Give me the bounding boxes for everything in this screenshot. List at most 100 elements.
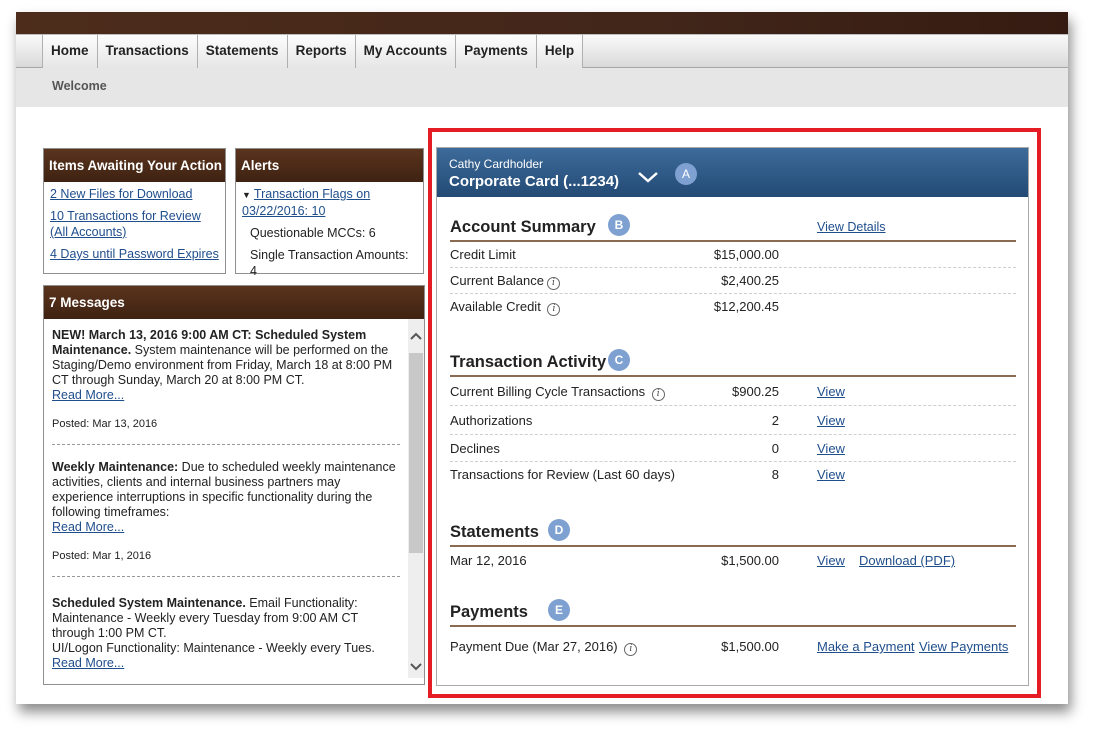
tab-help[interactable]: Help xyxy=(536,35,584,68)
transaction-flags-link[interactable]: Transaction Flags on 03/22/2016: 10 xyxy=(242,187,370,218)
message-item: Scheduled System Maintenance. Email Func… xyxy=(52,592,400,683)
panel-title: Alerts xyxy=(236,149,423,182)
payment-due-label: Payment Due (Mar 27, 2016) xyxy=(450,639,618,654)
callout-badge-e: E xyxy=(548,599,570,621)
row-label: Available Credit xyxy=(450,299,541,314)
alert-row: Questionable MCCs: 6 xyxy=(250,226,376,240)
panel-title: 7 Messages xyxy=(44,286,424,319)
download-pdf-link[interactable]: Download (PDF) xyxy=(859,547,955,575)
posted-date: Posted: Mar 1, 2016 xyxy=(52,550,152,562)
info-icon[interactable]: i xyxy=(547,303,561,316)
scroll-down-icon[interactable] xyxy=(408,660,424,676)
row-value: 0 xyxy=(771,441,779,456)
row-value: $12,200.45 xyxy=(713,299,779,314)
account-summary-section: Account Summary B View Details Credit Li… xyxy=(450,212,1016,320)
payment-row: Payment Due (Mar 27, 2016) i $1,500.00 M… xyxy=(450,627,1016,667)
alert-row: Single Transaction Amounts: 4 xyxy=(250,248,409,278)
view-link[interactable]: View xyxy=(817,406,845,435)
panel-title: Items Awaiting Your Action xyxy=(44,149,225,182)
callout-badge-c: C xyxy=(608,349,630,371)
posted-date: Posted: Mar 13, 2016 xyxy=(52,418,158,430)
section-title: Transaction Activity C xyxy=(450,347,1016,377)
message-title: Weekly Maintenance: xyxy=(52,460,179,474)
transactions-review-link[interactable]: 10 Transactions for Review (All Accounts… xyxy=(50,208,219,240)
view-details-link[interactable]: View Details xyxy=(817,212,886,242)
page: Home Transactions Statements Reports My … xyxy=(16,12,1068,704)
section-title-text: Statements xyxy=(450,523,539,541)
view-payments-link[interactable]: View Payments xyxy=(919,627,1008,667)
activity-row: Declines 0 View xyxy=(450,435,1016,462)
messages-scrollbar[interactable] xyxy=(408,319,424,678)
statement-date: Mar 12, 2016 xyxy=(450,553,527,568)
activity-row: Authorizations 2 View xyxy=(450,406,1016,435)
transaction-activity-section: Transaction Activity C Current Billing C… xyxy=(450,347,1016,488)
tab-reports[interactable]: Reports xyxy=(287,35,356,68)
row-label: Current Billing Cycle Transactions xyxy=(450,384,646,399)
summary-row: Available Credit i $12,200.45 xyxy=(450,294,1016,320)
tab-home[interactable]: Home xyxy=(43,35,98,68)
view-link[interactable]: View xyxy=(817,377,845,406)
activity-row: Transactions for Review (Last 60 days) 8… xyxy=(450,462,1016,488)
section-title-text: Payments xyxy=(450,603,528,621)
section-title: Account Summary B View Details xyxy=(450,212,1016,242)
view-link[interactable]: View xyxy=(817,435,845,462)
info-icon[interactable]: i xyxy=(546,277,560,290)
summary-row: Current Balance i $2,400.25 xyxy=(450,268,1016,294)
messages-panel: 7 Messages NEW! March 13, 2016 9:00 AM C… xyxy=(43,285,425,685)
row-label: Current Balance xyxy=(450,273,544,288)
account-header: Cathy Cardholder Corporate Card (...1234… xyxy=(437,148,1028,197)
read-more-link[interactable]: Read More... xyxy=(52,520,124,534)
row-value: $2,400.25 xyxy=(721,273,779,288)
chevron-down-icon[interactable] xyxy=(637,170,659,186)
callout-badge-d: D xyxy=(548,519,570,541)
main-nav: Home Transactions Statements Reports My … xyxy=(16,34,1068,68)
section-title: Statements D xyxy=(450,517,1016,547)
tab-statements[interactable]: Statements xyxy=(197,35,288,68)
card-selector[interactable]: Corporate Card (...1234) xyxy=(449,173,619,190)
payments-section: Payments E Payment Due (Mar 27, 2016) i … xyxy=(450,597,1016,667)
account-panel: Cathy Cardholder Corporate Card (...1234… xyxy=(436,147,1029,686)
statement-amount: $1,500.00 xyxy=(721,553,779,568)
top-banner xyxy=(16,12,1068,34)
tab-payments[interactable]: Payments xyxy=(456,35,537,68)
message-item: NEW! March 13, 2016 9:00 AM CT: Schedule… xyxy=(52,328,400,445)
row-label: Transactions for Review (Last 60 days) xyxy=(450,467,675,482)
section-title: Payments E xyxy=(450,597,1016,627)
callout-badge-b: B xyxy=(608,214,630,236)
row-label: Credit Limit xyxy=(450,247,516,262)
password-expires-link[interactable]: 4 Days until Password Expires xyxy=(50,246,219,262)
activity-row: Current Billing Cycle Transactions i $90… xyxy=(450,377,1016,406)
row-value: 8 xyxy=(771,467,779,482)
row-value: $15,000.00 xyxy=(713,247,779,262)
message-title: Scheduled System Maintenance. xyxy=(52,596,246,610)
section-title-text: Account Summary xyxy=(450,218,596,236)
payment-amount: $1,500.00 xyxy=(721,639,779,654)
tab-my-accounts[interactable]: My Accounts xyxy=(355,35,457,68)
items-awaiting-panel: Items Awaiting Your Action 2 New Files f… xyxy=(43,148,226,274)
make-payment-link[interactable]: Make a Payment xyxy=(817,627,915,667)
scroll-thumb[interactable] xyxy=(409,353,423,553)
view-statement-link[interactable]: View xyxy=(817,547,845,575)
tab-transactions[interactable]: Transactions xyxy=(97,35,198,68)
scroll-up-icon[interactable] xyxy=(408,329,424,345)
message-item: Weekly Maintenance: Due to scheduled wee… xyxy=(52,460,400,577)
row-value: 2 xyxy=(771,413,779,428)
new-files-link[interactable]: 2 New Files for Download xyxy=(50,186,219,202)
info-icon[interactable]: i xyxy=(651,388,665,401)
row-label: Declines xyxy=(450,441,500,456)
row-value: $900.25 xyxy=(732,384,779,399)
statements-section: Statements D Mar 12, 2016 $1,500.00 View… xyxy=(450,517,1016,575)
callout-badge-a: A xyxy=(675,163,697,185)
statement-row: Mar 12, 2016 $1,500.00 View Download (PD… xyxy=(450,547,1016,575)
cardholder-name: Cathy Cardholder xyxy=(449,157,544,171)
read-more-link[interactable]: Read More... xyxy=(52,388,124,402)
info-icon[interactable]: i xyxy=(624,643,638,656)
message-text: UI/Logon Functionality: Maintenance - We… xyxy=(52,641,375,655)
expand-triangle-icon[interactable]: ▼ xyxy=(242,187,251,203)
section-title-text: Transaction Activity xyxy=(450,353,607,371)
breadcrumb-bar: Welcome xyxy=(16,68,1068,107)
summary-row: Credit Limit $15,000.00 xyxy=(450,242,1016,268)
read-more-link[interactable]: Read More... xyxy=(52,656,124,670)
messages-list: NEW! March 13, 2016 9:00 AM CT: Schedule… xyxy=(44,319,408,684)
view-link[interactable]: View xyxy=(817,462,845,488)
